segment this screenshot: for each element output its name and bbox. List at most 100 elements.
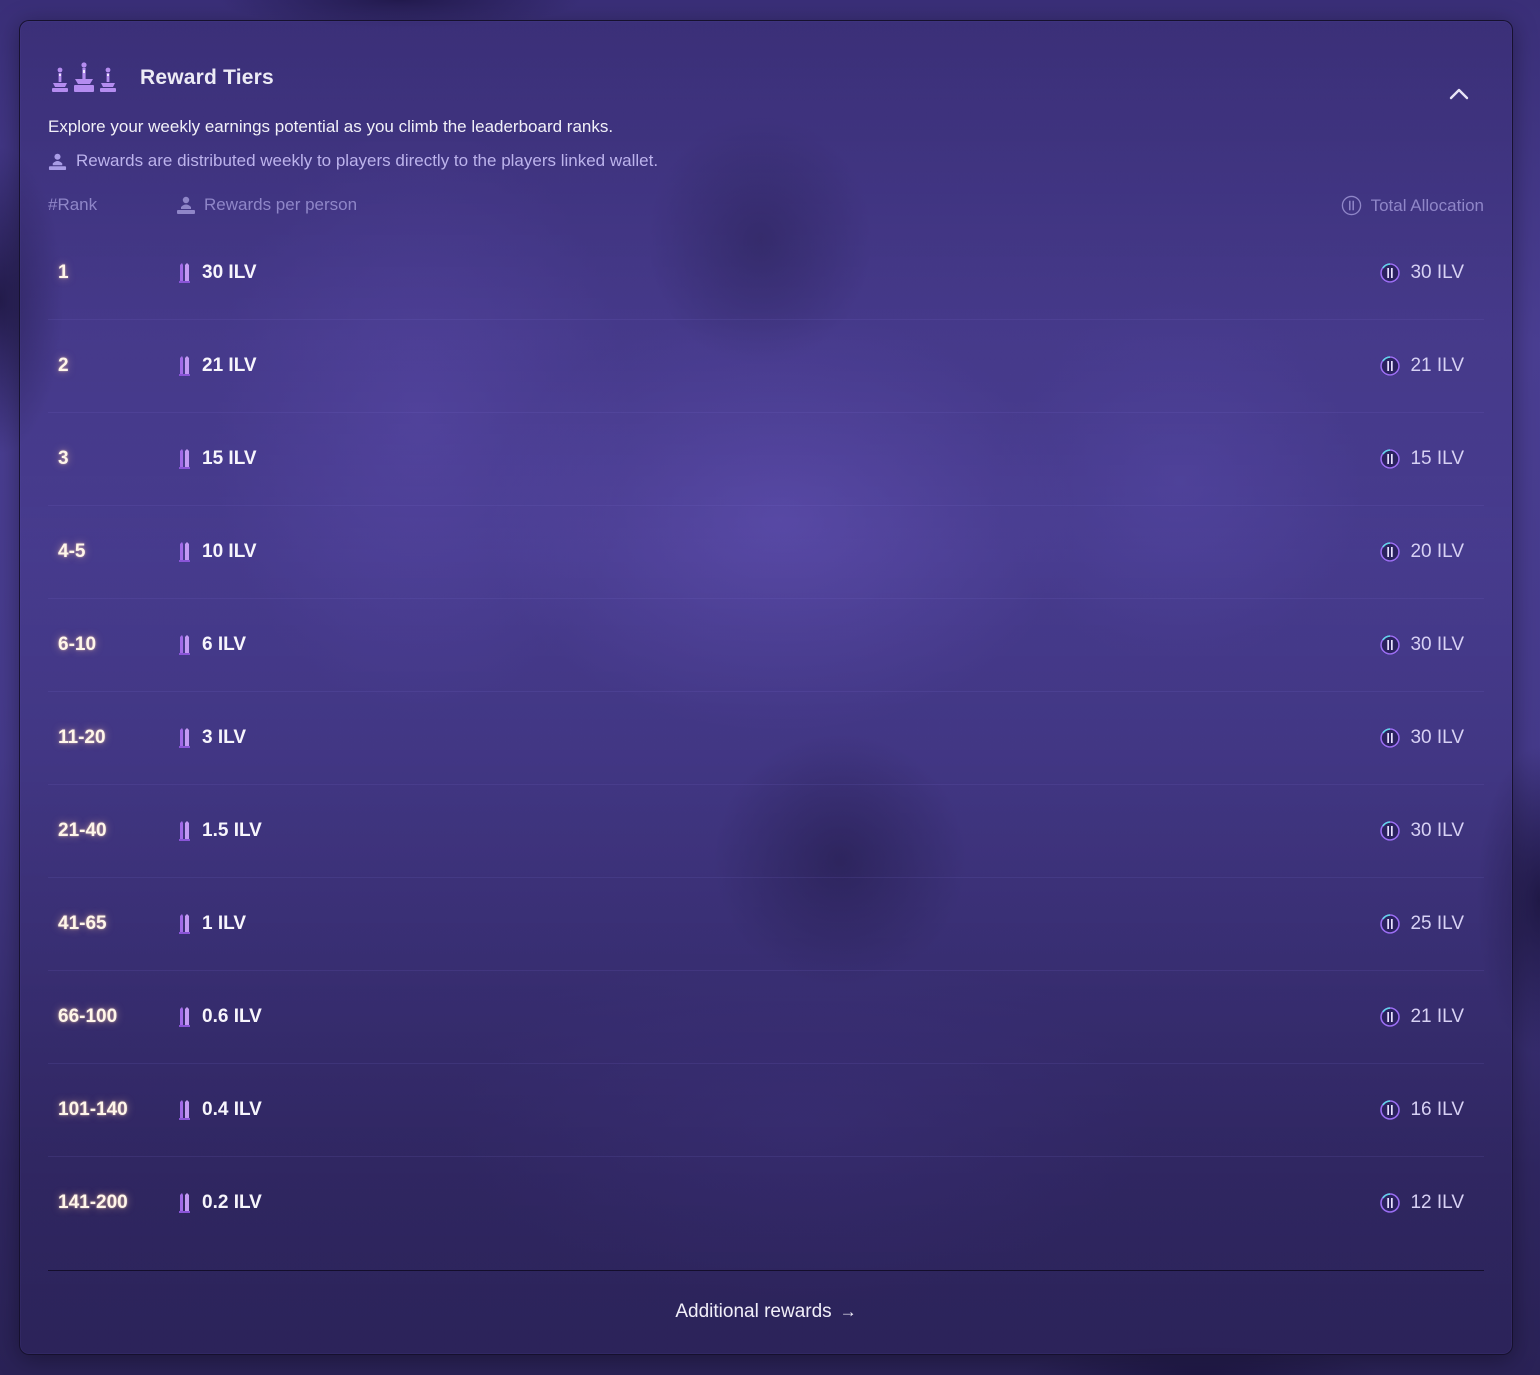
distribution-note: Rewards are distributed weekly to player… — [48, 151, 658, 171]
ilv-coin-icon — [1380, 635, 1401, 655]
reward-value: 0.2 ILV — [202, 1192, 262, 1213]
reward-cell: 6 ILV — [179, 599, 246, 691]
total-cell: 30 ILV — [1379, 227, 1464, 319]
reward-value: 0.6 ILV — [202, 1006, 262, 1027]
ilv-crystal-icon — [179, 449, 190, 469]
reward-tiers-panel: Reward Tiers Explore your weekly earning… — [19, 20, 1513, 1355]
reward-value: 21 ILV — [202, 355, 257, 376]
reward-cell: 3 ILV — [179, 692, 246, 784]
total-value: 30 ILV — [1410, 820, 1464, 841]
table-header: #Rank Rewards per person Total Allocatio… — [48, 195, 1484, 219]
reward-value: 0.4 ILV — [202, 1099, 262, 1120]
rank-cell: 141-200 — [58, 1192, 128, 1213]
ilv-coin-icon — [1380, 1007, 1401, 1027]
total-value: 25 ILV — [1410, 913, 1464, 934]
table-row: 6-10 6 ILV 30 ILV — [48, 599, 1484, 692]
rank-cell: 101-140 — [58, 1099, 128, 1120]
table-row: 2 21 ILV 21 ILV — [48, 320, 1484, 413]
ilv-crystal-icon — [179, 263, 190, 283]
additional-rewards-label: Additional rewards — [675, 1301, 832, 1322]
panel-subtitle: Explore your weekly earnings potential a… — [48, 117, 614, 136]
rank-cell: 4-5 — [58, 541, 86, 562]
total-cell: 16 ILV — [1379, 1064, 1464, 1156]
total-cell: 20 ILV — [1379, 506, 1464, 598]
ilv-coin-icon — [1380, 449, 1401, 469]
column-header-total-label: Total Allocation — [1370, 195, 1484, 215]
reward-value: 30 ILV — [202, 262, 257, 283]
ilv-crystal-icon — [179, 1007, 190, 1027]
ilv-crystal-icon — [179, 1193, 190, 1213]
ilv-crystal-icon — [179, 635, 190, 655]
ilv-coin-icon — [1380, 728, 1401, 748]
total-value: 12 ILV — [1410, 1192, 1464, 1213]
collapse-button[interactable] — [1444, 79, 1474, 109]
person-podium-icon — [48, 153, 67, 170]
total-value: 30 ILV — [1410, 262, 1464, 283]
total-value: 21 ILV — [1410, 1006, 1464, 1027]
rank-cell: 6-10 — [58, 634, 97, 655]
rank-cell: 41-65 — [58, 913, 107, 934]
reward-cell: 1 ILV — [179, 878, 246, 970]
total-cell: 12 ILV — [1379, 1157, 1464, 1249]
rank-cell: 3 — [58, 448, 69, 469]
ilv-crystal-icon — [179, 914, 190, 934]
divider — [48, 1270, 1484, 1271]
total-cell: 30 ILV — [1379, 599, 1464, 691]
ilv-crystal-icon — [179, 356, 190, 376]
table-row: 3 15 ILV 15 ILV — [48, 413, 1484, 506]
ilv-crystal-icon — [179, 821, 190, 841]
reward-cell: 1.5 ILV — [179, 785, 262, 877]
reward-cell: 0.4 ILV — [179, 1064, 262, 1156]
table-row: 11-20 3 ILV 30 ILV — [48, 692, 1484, 785]
total-value: 21 ILV — [1410, 355, 1464, 376]
ilv-crystal-icon — [179, 728, 190, 748]
column-header-reward-label: Rewards per person — [204, 195, 358, 214]
ilv-coin-icon — [1341, 195, 1361, 216]
arrow-right-icon: → — [839, 1302, 857, 1321]
ilv-coin-icon — [1380, 821, 1401, 841]
total-value: 15 ILV — [1410, 448, 1464, 469]
panel-title: Reward Tiers — [140, 66, 274, 89]
rank-cell: 21-40 — [58, 820, 107, 841]
reward-cell: 10 ILV — [179, 506, 257, 598]
ilv-coin-icon — [1380, 542, 1401, 562]
reward-value: 10 ILV — [202, 541, 257, 562]
total-cell: 21 ILV — [1379, 971, 1464, 1063]
ilv-coin-icon — [1380, 356, 1401, 376]
reward-cell: 0.2 ILV — [179, 1157, 262, 1249]
ilv-coin-icon — [1380, 263, 1401, 283]
total-cell: 21 ILV — [1379, 320, 1464, 412]
reward-value: 6 ILV — [202, 634, 246, 655]
reward-cell: 15 ILV — [179, 413, 257, 505]
ilv-crystal-icon — [179, 1100, 190, 1120]
podium-trophies-icon — [52, 62, 116, 92]
total-cell: 30 ILV — [1379, 692, 1464, 784]
reward-value: 1 ILV — [202, 913, 246, 934]
table-row: 4-5 10 ILV 20 ILV — [48, 506, 1484, 599]
ilv-coin-icon — [1380, 1193, 1401, 1213]
reward-cell: 0.6 ILV — [179, 971, 262, 1063]
table-row: 66-100 0.6 ILV 21 ILV — [48, 971, 1484, 1064]
tiers-table: 1 30 ILV 30 ILV 2 21 ILV 21 ILV 3 15 ILV 15 ILV 4… — [48, 227, 1484, 1249]
rank-cell: 66-100 — [58, 1006, 118, 1027]
total-cell: 25 ILV — [1379, 878, 1464, 970]
rank-cell: 2 — [58, 355, 69, 376]
table-row: 141-200 0.2 ILV 12 ILV — [48, 1157, 1484, 1249]
total-value: 30 ILV — [1410, 727, 1464, 748]
rank-cell: 11-20 — [58, 727, 106, 748]
reward-value: 1.5 ILV — [202, 820, 262, 841]
total-value: 16 ILV — [1410, 1099, 1464, 1120]
reward-value: 15 ILV — [202, 448, 257, 469]
additional-rewards-link[interactable]: Additional rewards → — [20, 1301, 1512, 1323]
reward-cell: 21 ILV — [179, 320, 257, 412]
column-header-reward: Rewards per person — [176, 195, 357, 215]
table-row: 101-140 0.4 ILV 16 ILV — [48, 1064, 1484, 1157]
table-row: 21-40 1.5 ILV 30 ILV — [48, 785, 1484, 878]
ilv-coin-icon — [1380, 914, 1401, 934]
chevron-up-icon — [1449, 88, 1469, 100]
panel-header: Reward Tiers — [48, 61, 274, 95]
ilv-crystal-icon — [179, 542, 190, 562]
table-row: 1 30 ILV 30 ILV — [48, 227, 1484, 320]
column-header-rank: #Rank — [48, 195, 98, 214]
person-podium-icon — [177, 196, 195, 214]
